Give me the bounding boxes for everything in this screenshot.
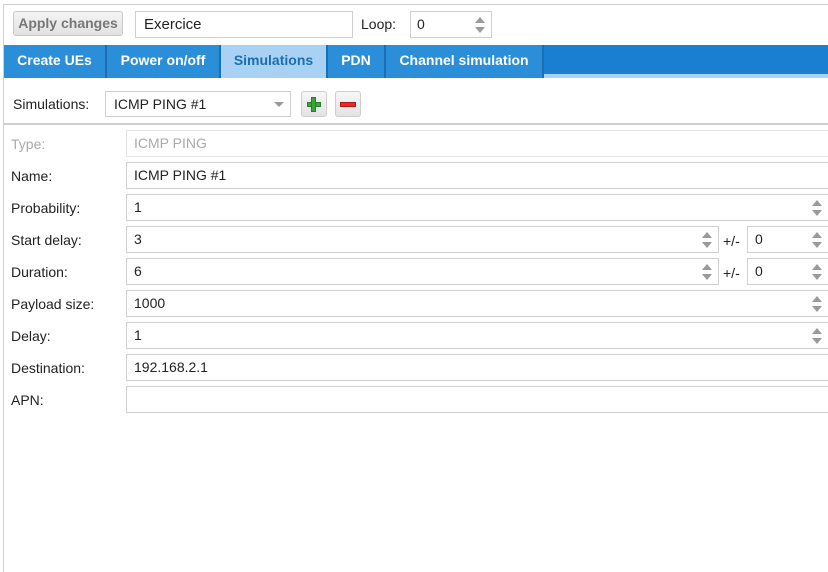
loop-value: 0: [417, 16, 425, 32]
simulations-label: Simulations:: [13, 96, 90, 112]
destination-label: Destination:: [11, 360, 85, 376]
tab-pdn[interactable]: PDN: [328, 45, 386, 78]
add-simulation-button[interactable]: [301, 91, 327, 117]
spinner-icon[interactable]: [812, 232, 822, 248]
duration-variance-input[interactable]: 0: [747, 258, 828, 285]
destination-input[interactable]: 192.168.2.1: [126, 354, 828, 381]
loop-input[interactable]: 0: [410, 11, 492, 38]
payload-size-input[interactable]: 1000: [126, 290, 828, 317]
app-window: Apply changes Exercice Loop: 0 Create UE…: [3, 4, 828, 572]
name-label: Name:: [11, 168, 53, 184]
start-delay-variance-value: 0: [755, 231, 763, 247]
exercise-name-input[interactable]: Exercice: [135, 11, 353, 38]
spinner-icon[interactable]: [812, 296, 822, 312]
delay-label: Delay:: [11, 328, 51, 344]
tab-power-on-off[interactable]: Power on/off: [107, 45, 221, 78]
type-label: Type:: [11, 136, 46, 152]
apn-input[interactable]: [126, 386, 828, 413]
apn-label: APN:: [11, 392, 44, 408]
start-delay-variance-input[interactable]: 0: [747, 226, 828, 253]
loop-label: Loop:: [361, 16, 397, 32]
apply-changes-button[interactable]: Apply changes: [13, 11, 123, 36]
probability-input[interactable]: 1: [126, 194, 828, 221]
duration-plus-minus-label: +/-: [723, 265, 740, 281]
spinner-icon[interactable]: [812, 264, 822, 280]
start-delay-label: Start delay:: [11, 232, 82, 248]
spinner-icon[interactable]: [812, 200, 822, 216]
payload-size-label: Payload size:: [11, 296, 95, 312]
remove-simulation-button[interactable]: [335, 91, 361, 117]
duration-label: Duration:: [11, 264, 68, 280]
probability-label: Probability:: [11, 200, 81, 216]
chevron-down-icon[interactable]: [274, 102, 284, 107]
minus-icon: [340, 102, 356, 107]
start-delay-plus-minus-label: +/-: [723, 233, 740, 249]
type-field: ICMP PING: [126, 130, 828, 157]
probability-value: 1: [134, 199, 142, 215]
duration-value: 6: [134, 263, 142, 279]
tab-simulations[interactable]: Simulations: [221, 45, 328, 78]
tab-create-ues[interactable]: Create UEs: [4, 45, 107, 78]
tab-bar: Create UEs Power on/off Simulations PDN …: [4, 45, 828, 78]
delay-input[interactable]: 1: [126, 322, 828, 349]
tab-channel-simulation[interactable]: Channel simulation: [386, 45, 544, 78]
spinner-icon[interactable]: [702, 232, 712, 248]
spinner-icon[interactable]: [812, 328, 822, 344]
delay-value: 1: [134, 327, 142, 343]
toolbar: Apply changes Exercice Loop: 0: [4, 5, 828, 45]
simulations-row: Simulations: ICMP PING #1: [4, 82, 828, 125]
start-delay-value: 3: [134, 231, 142, 247]
start-delay-input[interactable]: 3: [126, 226, 719, 253]
duration-variance-value: 0: [755, 263, 763, 279]
spinner-icon[interactable]: [475, 17, 485, 33]
spinner-icon[interactable]: [702, 264, 712, 280]
name-input[interactable]: ICMP PING #1: [126, 162, 828, 189]
simulations-selected-value: ICMP PING #1: [114, 96, 207, 112]
duration-input[interactable]: 6: [126, 258, 719, 285]
simulations-select[interactable]: ICMP PING #1: [105, 91, 291, 117]
payload-size-value: 1000: [134, 295, 166, 311]
